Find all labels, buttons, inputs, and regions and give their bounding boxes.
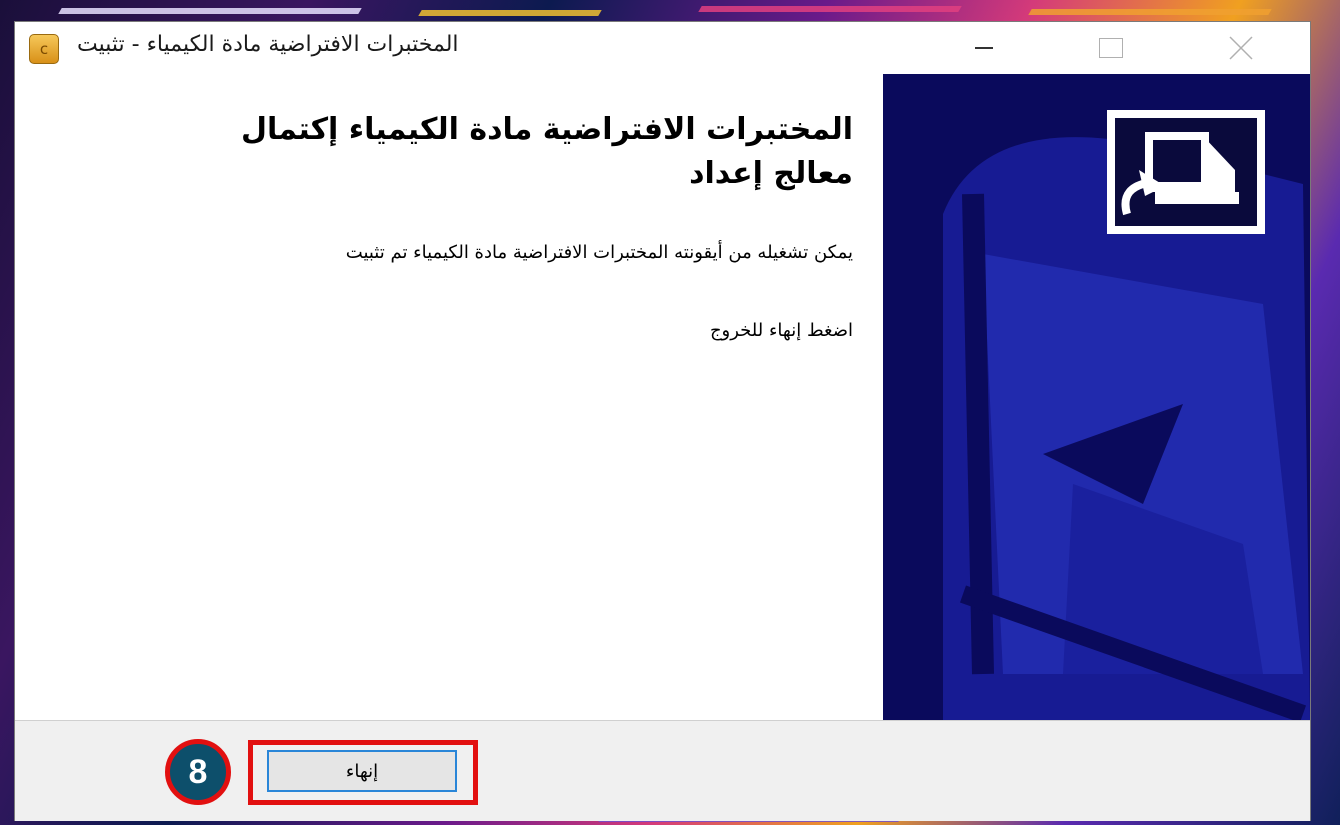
page-title: المختبرات الافتراضية مادة الكيمياء إكتما… <box>240 112 853 191</box>
title-bar: c المختبرات الافتراضية مادة الكيمياء - ت… <box>15 22 1310 74</box>
close-button[interactable] <box>1210 22 1272 74</box>
exit-hint: اضغط إنهاء للخروج <box>709 320 853 341</box>
step-badge: 8 <box>165 739 231 805</box>
close-icon <box>1229 36 1253 60</box>
wizard-content: المختبرات الافتراضية مادة الكيمياء إكتما… <box>15 74 883 720</box>
highlight-box <box>248 740 478 805</box>
window-title: المختبرات الافتراضية مادة الكيمياء - تثب… <box>77 32 459 57</box>
maximize-button[interactable] <box>1080 22 1142 74</box>
minimize-button[interactable] <box>953 22 1015 74</box>
minimize-icon <box>975 47 993 49</box>
maximize-icon <box>1099 38 1123 58</box>
install-message: يمكن تشغيله من أيقونته المختبرات الافترا… <box>345 242 853 263</box>
app-icon: c <box>29 34 59 64</box>
installer-window: c المختبرات الافتراضية مادة الكيمياء - ت… <box>15 22 1310 821</box>
wizard-side-image <box>883 74 1310 720</box>
side-banner-graphic <box>883 74 1310 720</box>
